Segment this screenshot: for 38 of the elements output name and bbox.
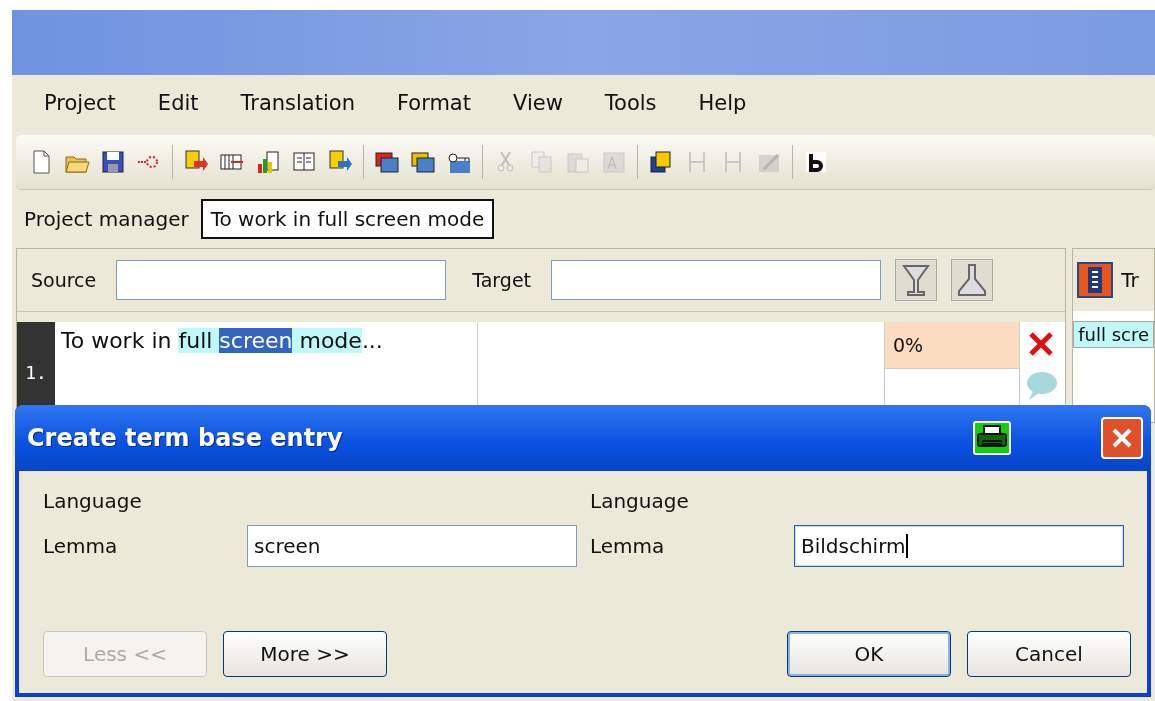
menu-item[interactable]: Project	[24, 87, 138, 119]
bold-b-icon[interactable]	[803, 149, 829, 175]
menu-item[interactable]: Help	[678, 87, 769, 119]
dialog-title: Create term base entry	[27, 424, 344, 452]
language-label: Language	[590, 489, 690, 513]
lemma-label: Lemma	[43, 534, 119, 558]
menu-item[interactable]: Tools	[584, 87, 679, 119]
dialog-button[interactable]: Cancel	[967, 631, 1131, 677]
printer-icon[interactable]	[973, 421, 1011, 455]
target-label: Target	[472, 269, 532, 291]
lemma-label: Lemma	[590, 534, 666, 558]
bar-chart-icon[interactable]	[255, 149, 281, 175]
filter-funnel-icon[interactable]	[895, 259, 938, 301]
overlapping-windows-icon[interactable]	[410, 149, 436, 175]
project-manager-label[interactable]: Project manager	[24, 207, 189, 231]
stacked-windows-icon[interactable]	[374, 149, 400, 175]
lemma-field[interactable]: screen	[247, 525, 577, 567]
dialog-button[interactable]: More >>	[223, 631, 387, 677]
menu-item[interactable]: Translation	[220, 87, 377, 119]
match-percentage: 0%	[885, 322, 1019, 368]
dialog-button[interactable]: OK	[787, 631, 951, 677]
stacked-pages-icon[interactable]	[648, 149, 674, 175]
source-text: To work in full screen mode...	[61, 328, 383, 353]
flask-icon[interactable]	[951, 259, 994, 301]
language-label: Language	[43, 489, 143, 513]
lemma-field[interactable]: Bildschirm	[794, 525, 1124, 567]
list-icon[interactable]	[1077, 262, 1114, 298]
current-project-label: To work in full screen mode	[200, 199, 495, 239]
menu-item[interactable]: Format	[376, 87, 493, 119]
term-entry[interactable]: full scre	[1073, 321, 1154, 348]
close-button[interactable]	[1101, 417, 1143, 459]
source-label: Source	[31, 269, 97, 291]
menu-item[interactable]: Edit	[137, 87, 221, 119]
cross-icon[interactable]	[1027, 330, 1055, 358]
target-filter-field[interactable]	[551, 260, 882, 300]
source-filter-field[interactable]	[116, 260, 447, 300]
menu-item[interactable]: View	[493, 87, 585, 119]
panel-title: Tr	[1121, 268, 1139, 292]
